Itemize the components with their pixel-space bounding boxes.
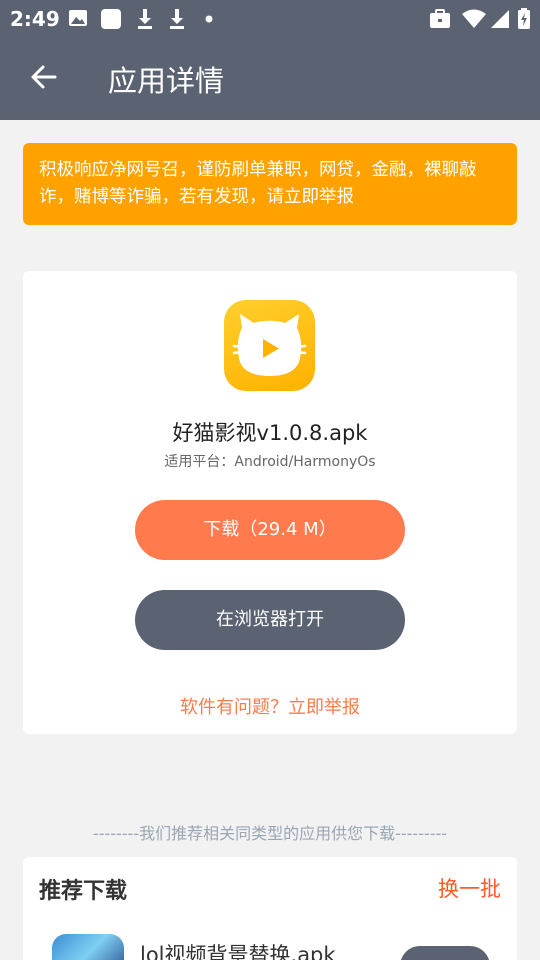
recommend-app-name: lol视频背景替换.apk <box>140 943 336 960</box>
app-detail-card: 好猫影视v1.0.8.apk 适用平台：Android/HarmonyOs 下载… <box>23 271 517 734</box>
download-icon <box>167 8 187 30</box>
signal-icon <box>490 8 510 30</box>
warning-banner: 积极响应净网号召，谨防刷单兼职，网贷，金融，裸聊敲诈，赌博等诈骗，若有发现，请立… <box>23 143 517 225</box>
open-in-browser-button[interactable]: 在浏览器打开 <box>135 590 405 650</box>
app-logo <box>224 300 315 391</box>
recommend-card: 推荐下载 换一批 lol视频背景替换.apk <box>23 857 517 960</box>
recommend-hint: --------我们推荐相关同类型的应用供您下载--------- <box>92 824 448 843</box>
recommend-app-thumbnail <box>52 934 124 960</box>
status-bar: 2:49 <box>0 0 540 38</box>
image-icon <box>68 8 88 28</box>
status-time: 2:49 <box>10 7 60 31</box>
refresh-button[interactable]: 换一批 <box>438 873 501 903</box>
warning-text: 积极响应净网号召，谨防刷单兼职，网贷，金融，裸聊敲诈，赌博等诈骗，若有发现，请立… <box>39 160 477 207</box>
recommend-title: 推荐下载 <box>39 879 128 904</box>
wifi-icon <box>462 8 486 30</box>
square-app-icon <box>100 8 122 30</box>
arrow-left-icon <box>31 65 57 89</box>
download-icon <box>135 8 155 30</box>
cat-play-icon <box>232 314 307 376</box>
download-button[interactable]: 下载（29.4 M） <box>135 500 405 560</box>
back-button[interactable] <box>22 56 64 98</box>
app-bar: 应用详情 <box>0 38 540 120</box>
recommend-download-button[interactable] <box>400 946 490 960</box>
page-title: 应用详情 <box>108 64 225 98</box>
report-link[interactable]: 软件有问题？立即举报 <box>23 693 517 719</box>
app-name: 好猫影视v1.0.8.apk <box>172 421 368 445</box>
briefcase-icon <box>429 8 451 30</box>
battery-icon <box>517 8 531 30</box>
app-platform: 适用平台：Android/HarmonyOs <box>164 454 376 470</box>
dot-icon <box>204 8 214 30</box>
